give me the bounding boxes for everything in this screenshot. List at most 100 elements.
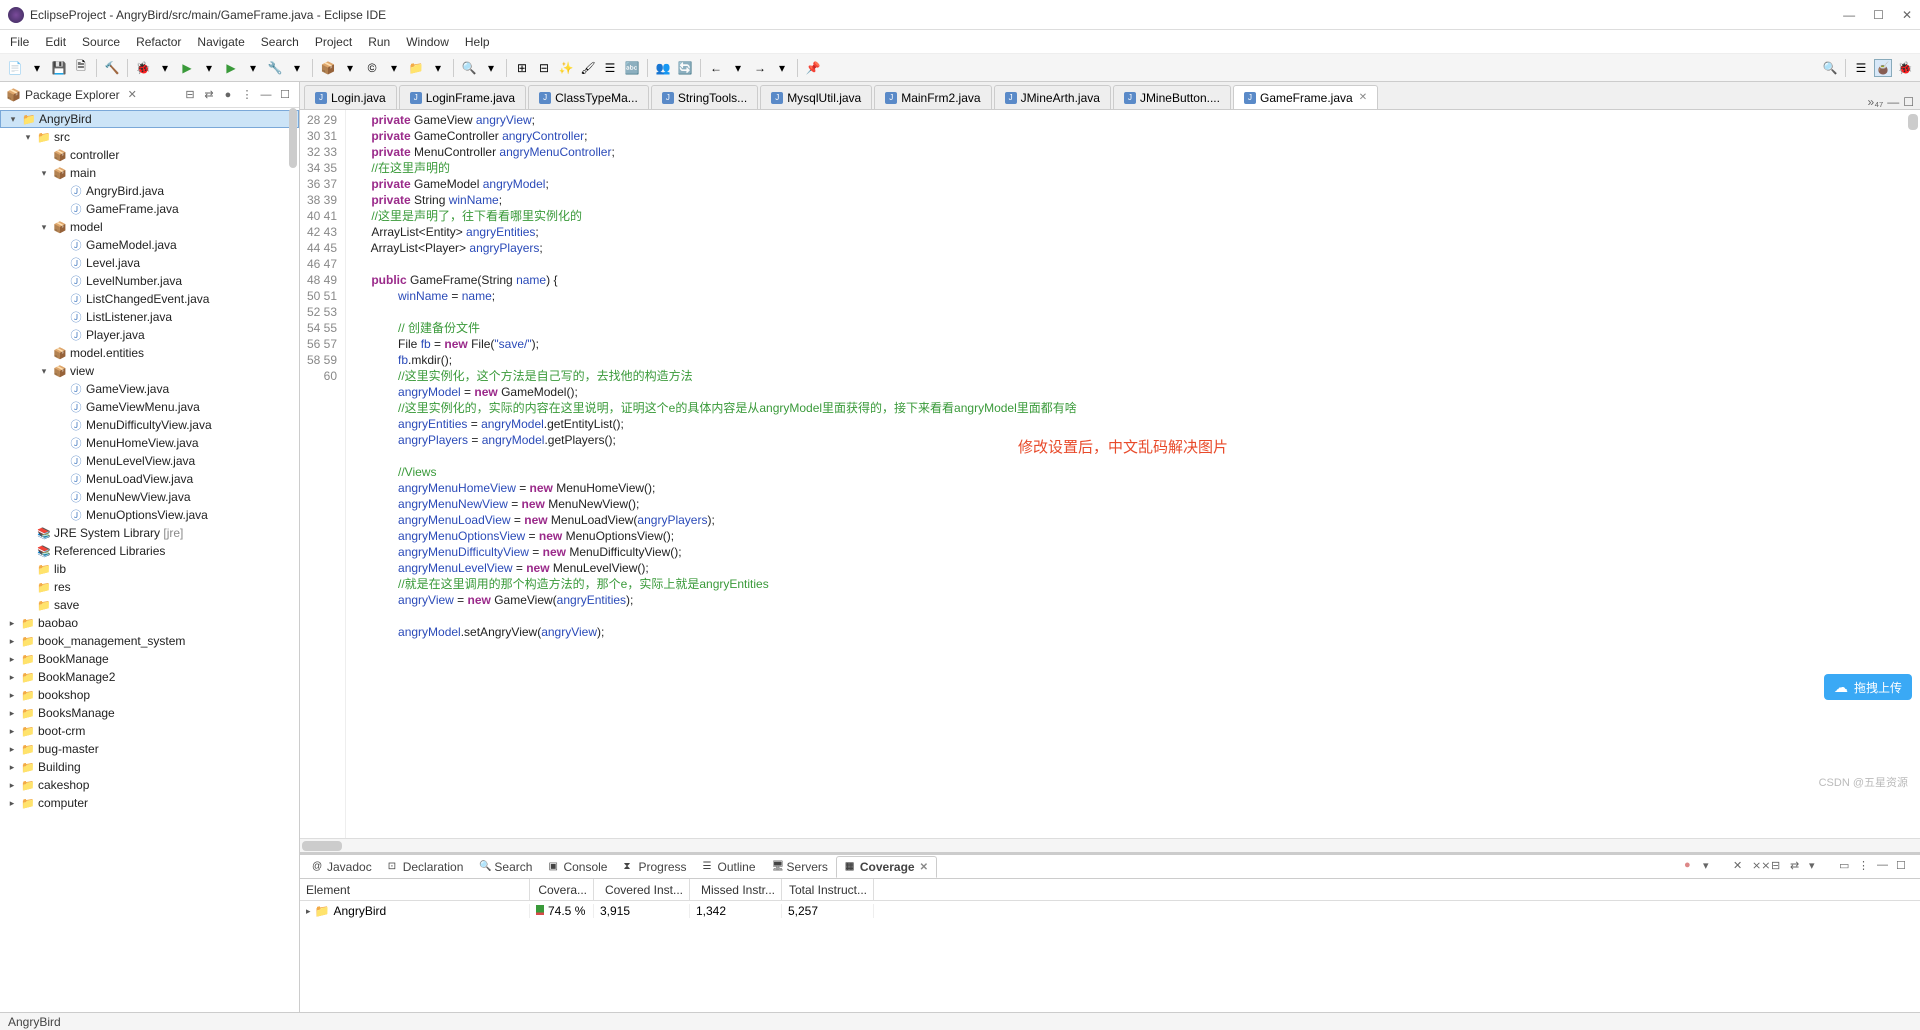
bottom-tab-servers[interactable]: 🖥Servers — [764, 857, 836, 877]
scrollbar-thumb[interactable] — [289, 108, 297, 168]
upload-widget[interactable]: ☁ 拖拽上传 — [1824, 674, 1912, 700]
tree-item[interactable]: ▸📁bug-master — [0, 740, 299, 758]
bottom-tab-console[interactable]: ▣Console — [540, 857, 615, 877]
dropdown-icon[interactable]: ▾ — [773, 59, 791, 77]
tree-item[interactable]: ⒿMenuHomeView.java — [0, 434, 299, 452]
tree-item[interactable]: ▾📦main — [0, 164, 299, 182]
dropdown-icon[interactable]: ▾ — [28, 59, 46, 77]
dropdown-button[interactable]: ▾ — [1703, 859, 1719, 875]
save-button[interactable]: 💾 — [50, 59, 68, 77]
editor-tab[interactable]: JClassTypeMa... — [528, 85, 649, 109]
tree-item[interactable]: ⒿListListener.java — [0, 308, 299, 326]
maximize-button[interactable]: ☐ — [1896, 859, 1912, 875]
editor-tab[interactable]: JStringTools... — [651, 85, 758, 109]
dropdown-icon[interactable]: ▾ — [200, 59, 218, 77]
tree-item[interactable]: 📁save — [0, 596, 299, 614]
tree-item[interactable]: ⒿMenuNewView.java — [0, 488, 299, 506]
bottom-tab-outline[interactable]: ☰Outline — [695, 857, 764, 877]
dropdown-icon[interactable]: ▾ — [288, 59, 306, 77]
tree-item[interactable]: 📦model.entities — [0, 344, 299, 362]
java-perspective-button[interactable]: 🧉 — [1874, 59, 1892, 77]
tree-item[interactable]: ⒿGameModel.java — [0, 236, 299, 254]
team-button[interactable]: 👥 — [654, 59, 672, 77]
bottom-tab-javadoc[interactable]: @Javadoc — [304, 857, 380, 877]
link-editor-button[interactable]: ⇄ — [201, 87, 217, 103]
tree-item[interactable]: ▾📦view — [0, 362, 299, 380]
dropdown-icon[interactable]: ▾ — [429, 59, 447, 77]
dropdown-icon[interactable]: ▾ — [482, 59, 500, 77]
maximize-button[interactable]: ☐ — [1873, 8, 1884, 22]
col-element[interactable]: Element — [300, 879, 530, 900]
close-button[interactable]: ✕ — [1902, 8, 1912, 22]
tree-item[interactable]: ▸📁bookshop — [0, 686, 299, 704]
menu-file[interactable]: File — [4, 33, 35, 51]
col-coverage[interactable]: Covera... — [530, 879, 594, 900]
menu-refactor[interactable]: Refactor — [130, 33, 187, 51]
menu-navigate[interactable]: Navigate — [191, 33, 250, 51]
tree-item[interactable]: ⒿPlayer.java — [0, 326, 299, 344]
bottom-tab-declaration[interactable]: ⊡Declaration — [380, 857, 472, 877]
dropdown-button[interactable]: ▾ — [1809, 859, 1825, 875]
editor-tab[interactable]: JLogin.java — [304, 85, 397, 109]
horizontal-scrollbar[interactable] — [300, 838, 1920, 852]
collapse-all-button[interactable]: ⊟ — [182, 87, 198, 103]
remove-all-button[interactable]: ⨯⨯ — [1752, 859, 1768, 875]
tree-item[interactable]: ▸📁cakeshop — [0, 776, 299, 794]
bottom-tab-coverage[interactable]: ▦Coverage✕ — [836, 856, 937, 878]
tree-item[interactable]: 📚JRE System Library [jre] — [0, 524, 299, 542]
tree-item[interactable]: ⒿGameView.java — [0, 380, 299, 398]
tree-item[interactable]: ⒿListChangedEvent.java — [0, 290, 299, 308]
tree-item[interactable]: ⒿLevel.java — [0, 254, 299, 272]
editor-tab-active[interactable]: JGameFrame.java✕ — [1233, 85, 1378, 109]
external-button[interactable]: 🔧 — [266, 59, 284, 77]
save-all-button[interactable]: 🗎 — [72, 59, 90, 77]
build-button[interactable]: 🔨 — [103, 59, 121, 77]
tree-item[interactable]: ▾📦model — [0, 218, 299, 236]
menu-window[interactable]: Window — [400, 33, 455, 51]
dropdown-icon[interactable]: ▾ — [156, 59, 174, 77]
tree-item[interactable]: 📁lib — [0, 560, 299, 578]
tree-item[interactable]: ▸📁book_management_system — [0, 632, 299, 650]
tree-item[interactable]: 📦controller — [0, 146, 299, 164]
menu-edit[interactable]: Edit — [39, 33, 72, 51]
coverage-button[interactable]: ▶ — [222, 59, 240, 77]
wand-button[interactable]: ✨ — [557, 59, 575, 77]
back-button[interactable]: ← — [707, 59, 725, 77]
show-list-button[interactable]: »₄₇ — [1868, 95, 1884, 109]
minimize-button[interactable]: — — [1887, 95, 1899, 109]
tree-item[interactable]: ⒿMenuOptionsView.java — [0, 506, 299, 524]
tree-item[interactable]: 📚Referenced Libraries — [0, 542, 299, 560]
expand-arrow[interactable]: ▸ — [306, 906, 311, 917]
maximize-button[interactable]: ☐ — [277, 87, 293, 103]
collapse-button[interactable]: ⊟ — [1771, 859, 1787, 875]
tree-item[interactable]: ▸📁BookManage2 — [0, 668, 299, 686]
minimize-button[interactable]: — — [258, 87, 274, 103]
bottom-tab-search[interactable]: 🔍Search — [471, 857, 540, 877]
sort-button[interactable]: 🔤 — [623, 59, 641, 77]
bottom-tab-progress[interactable]: ⧗Progress — [615, 857, 694, 877]
code-editor[interactable]: 28 29 30 31 32 33 34 35 36 37 38 39 40 4… — [300, 110, 1920, 838]
dropdown-icon[interactable]: ▾ — [729, 59, 747, 77]
tree-item[interactable]: ▸📁Building — [0, 758, 299, 776]
tree-item[interactable]: ▸📁baobao — [0, 614, 299, 632]
dropdown-icon[interactable]: ▾ — [341, 59, 359, 77]
menu-help[interactable]: Help — [459, 33, 496, 51]
editor-tab[interactable]: JLoginFrame.java — [399, 85, 526, 109]
col-total[interactable]: Total Instruct... — [782, 879, 874, 900]
menu-project[interactable]: Project — [309, 33, 358, 51]
view-menu-button[interactable]: ⋮ — [239, 87, 255, 103]
tree-item[interactable]: ▾📁src — [0, 128, 299, 146]
menu-search[interactable]: Search — [255, 33, 305, 51]
col-covered[interactable]: Covered Inst... — [594, 879, 690, 900]
new-package-button[interactable]: 📦 — [319, 59, 337, 77]
perspective-button[interactable]: ☰ — [1852, 59, 1870, 77]
link-button[interactable]: ⇄ — [1790, 859, 1806, 875]
paint-button[interactable]: 🖌 — [579, 59, 597, 77]
sync-button[interactable]: 🔄 — [676, 59, 694, 77]
new-class-button[interactable]: © — [363, 59, 381, 77]
pin-button[interactable]: ▭ — [1839, 859, 1855, 875]
search-button[interactable]: 🔍 — [460, 59, 478, 77]
run-button[interactable]: ▶ — [178, 59, 196, 77]
dropdown-icon[interactable]: ▾ — [385, 59, 403, 77]
search-icon[interactable]: 🔍 — [1821, 59, 1839, 77]
